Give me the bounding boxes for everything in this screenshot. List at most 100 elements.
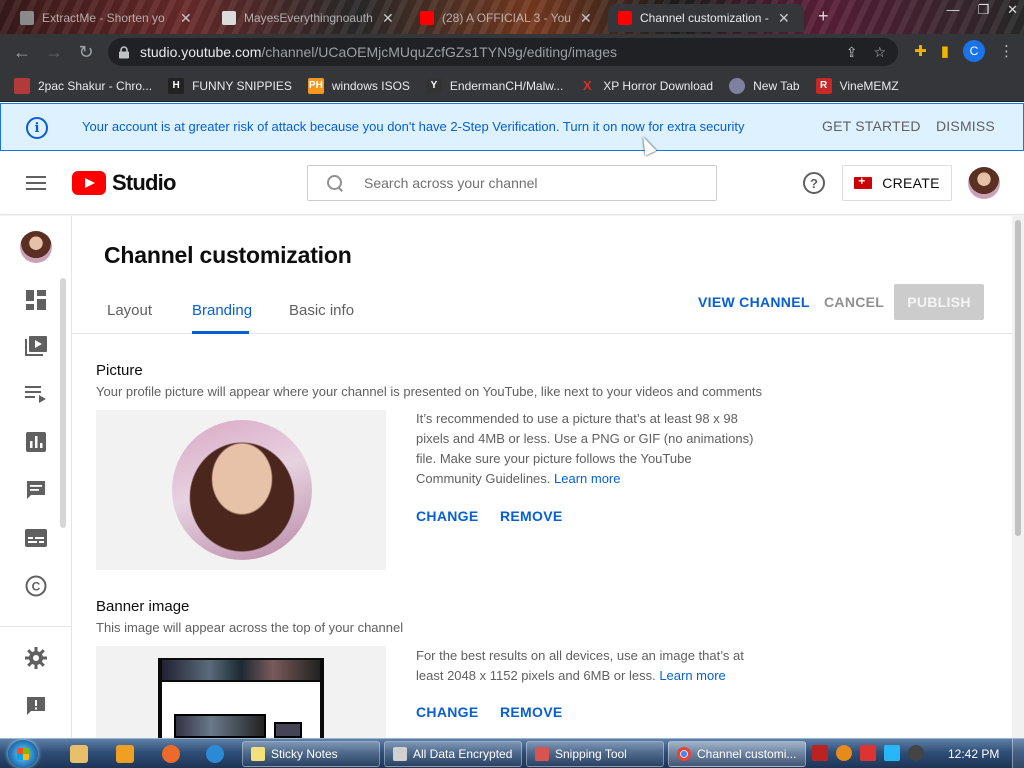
left-sidebar: C [0,216,72,738]
channel-avatar[interactable] [20,231,52,263]
subtitles-icon[interactable] [24,526,48,550]
taskbar-item-label: All Data Encrypted [413,747,513,761]
menu-hamburger-icon[interactable] [26,176,46,190]
bookmark-item[interactable]: R VineMEMZ [815,77,899,94]
remove-picture-button[interactable]: REMOVE [500,508,562,524]
file-explorer-icon[interactable] [70,745,88,763]
browser-tab[interactable]: (28) A OFFICIAL 3 - You ✕ [410,4,602,32]
comments-icon[interactable] [24,478,48,502]
browser-tab[interactable]: MayesEverythingnoauth ✕ [212,4,404,32]
taskbar-item-label: Channel customi... [697,747,797,761]
tray-monitor-icon[interactable] [884,745,900,761]
change-picture-button[interactable]: CHANGE [416,508,478,524]
show-desktop-button[interactable] [1012,739,1024,768]
banner-learn-more-link[interactable]: Learn more [659,668,725,683]
banner-image-thumbnail [158,658,324,738]
dismiss-button[interactable]: DISMISS [936,118,995,134]
content-icon[interactable] [24,335,48,359]
svg-text:C: C [32,580,41,594]
publish-button[interactable]: PUBLISH [894,284,984,320]
internet-explorer-icon[interactable] [206,745,224,763]
picture-help-text: It’s recommended to use a picture that’s… [416,409,756,489]
bookmark-item[interactable]: New Tab [729,77,800,94]
page-scrollbar-thumb[interactable] [1015,220,1021,536]
media-player-icon[interactable] [116,745,134,763]
studio-logo[interactable]: Studio [72,170,176,196]
playlists-icon[interactable] [24,382,48,406]
tv-preview [174,714,266,738]
browser-tab[interactable]: ExtractMe - Shorten yo ✕ [10,4,202,32]
url-path: /channel/UCaOEMjcMUquZcfGZs1TYN9g/editin… [261,44,617,60]
taskbar-clock[interactable]: 12:42 PM [948,747,999,761]
bookmark-item[interactable]: 2pac Shakur - Chro... [14,77,152,94]
picture-learn-more-link[interactable]: Learn more [554,471,620,486]
send-feedback-icon[interactable] [24,694,48,718]
change-banner-button[interactable]: CHANGE [416,704,478,720]
firefox-icon[interactable] [162,745,180,763]
tab-close-icon[interactable]: ✕ [382,10,394,27]
page-scrollbar[interactable] [1012,216,1024,738]
maximize-icon[interactable]: ❐ [977,2,989,18]
extensions-puzzle-icon[interactable]: ✚ [914,42,927,60]
cancel-button[interactable]: CANCEL [824,294,884,310]
tab-close-icon[interactable]: ✕ [580,10,592,27]
tab-favicon-icon [222,11,236,25]
settings-gear-icon[interactable] [24,646,48,670]
copyright-icon[interactable]: C [24,574,48,598]
bookmark-item[interactable]: Y EndermanCH/Malw... [425,77,563,94]
forward-arrow-icon[interactable]: → [38,36,70,68]
tab-title: (28) A OFFICIAL 3 - You [442,11,571,25]
taskbar-item[interactable]: Snipping Tool [526,741,664,767]
start-button[interactable] [8,740,38,768]
create-video-icon [854,174,873,189]
tab-basic-info[interactable]: Basic info [289,302,354,319]
share-icon[interactable]: ⇪ [846,44,858,61]
bookmark-favicon-icon [729,77,746,94]
sidebar-scrollbar[interactable] [60,278,66,528]
side-panel-icon[interactable]: ▮ [941,42,949,60]
view-channel-button[interactable]: VIEW CHANNEL [698,294,810,310]
account-avatar[interactable] [968,167,1000,199]
bookmark-item[interactable]: H FUNNY SNIPPIES [168,77,292,94]
remove-banner-button[interactable]: REMOVE [500,704,562,720]
bookmark-item[interactable]: X XP Horror Download [579,78,713,94]
taskbar-item[interactable]: All Data Encrypted [384,741,522,767]
minimize-icon[interactable]: — [946,2,959,18]
new-tab-icon[interactable]: + [818,6,829,27]
url-host: studio.youtube.com [140,44,262,60]
tray-search-icon[interactable] [836,745,852,761]
search-input[interactable] [364,175,694,191]
tray-volume-icon[interactable] [908,745,924,761]
tab-favicon-icon [420,11,434,25]
tab-close-icon[interactable]: ✕ [180,10,192,27]
create-button[interactable]: CREATE [842,165,952,201]
taskbar-item-active[interactable]: Channel customi... [668,741,806,767]
browser-tab-active[interactable]: Channel customization - ✕ [608,4,804,32]
analytics-icon[interactable] [24,430,48,454]
bookmark-favicon-icon: Y [425,77,442,94]
close-window-icon[interactable]: ✕ [1007,2,1018,18]
tab-close-icon[interactable]: ✕ [778,10,790,27]
tab-layout[interactable]: Layout [107,302,152,319]
browser-menu-icon[interactable]: ⋮ [999,42,1014,60]
browser-tab-strip: ExtractMe - Shorten yo ✕ MayesEverything… [0,0,1024,34]
bookmark-star-icon[interactable]: ☆ [873,44,886,61]
active-tab-indicator [192,331,249,334]
help-icon[interactable]: ? [803,172,825,194]
back-arrow-icon[interactable]: ← [6,36,38,68]
reload-icon[interactable]: ↻ [70,36,102,68]
tray-flag-icon[interactable] [860,745,876,761]
tray-app-icon[interactable] [812,745,828,761]
taskbar-item[interactable]: Sticky Notes [242,741,380,767]
profile-avatar[interactable]: C [963,40,985,62]
windows-taskbar: Sticky Notes All Data Encrypted Snipping… [0,738,1024,768]
search-box[interactable] [307,165,717,201]
tab-title: MayesEverythingnoauth [244,11,373,25]
bookmark-label: VineMEMZ [839,78,899,93]
get-started-button[interactable]: GET STARTED [822,118,921,134]
bookmark-label: New Tab [753,78,800,93]
tab-branding[interactable]: Branding [192,302,252,319]
address-bar[interactable]: studio.youtube.com/channel/UCaOEMjcMUquZ… [108,38,898,66]
bookmark-item[interactable]: PH windows ISOS [307,77,410,94]
dashboard-icon[interactable] [24,288,48,312]
